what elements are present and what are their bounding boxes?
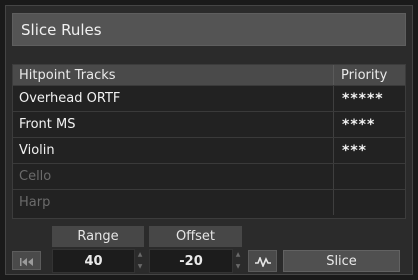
track-name: Overhead ORTF bbox=[19, 91, 121, 106]
waveform-icon bbox=[254, 252, 271, 271]
offset-label: Offset bbox=[149, 226, 242, 247]
stepper-down-icon[interactable]: ▼ bbox=[138, 264, 143, 270]
track-priority[interactable]: *** bbox=[333, 138, 405, 163]
skip-to-start-icon bbox=[19, 251, 34, 270]
range-label: Range bbox=[52, 226, 144, 247]
header-hitpoint-tracks[interactable]: Hitpoint Tracks bbox=[13, 68, 333, 83]
hitpoint-tracks-table: Hitpoint Tracks Priority Overhead ORTF *… bbox=[12, 64, 406, 219]
offset-stepper[interactable]: ▲ ▼ bbox=[234, 252, 242, 270]
track-priority[interactable] bbox=[333, 190, 405, 215]
range-stepper[interactable]: ▲ ▼ bbox=[136, 252, 144, 270]
table-header: Hitpoint Tracks Priority bbox=[13, 65, 405, 85]
track-name: Violin bbox=[19, 143, 55, 158]
stepper-down-icon[interactable]: ▼ bbox=[236, 264, 241, 270]
stepper-up-icon[interactable]: ▲ bbox=[138, 252, 143, 258]
track-priority[interactable]: ***** bbox=[333, 86, 405, 111]
track-priority[interactable]: **** bbox=[333, 112, 405, 137]
track-name: Harp bbox=[19, 195, 51, 210]
header-priority[interactable]: Priority bbox=[333, 65, 405, 85]
slice-button[interactable]: Slice bbox=[283, 250, 400, 272]
table-row[interactable]: Cello bbox=[13, 163, 405, 189]
range-value-field[interactable]: 40 bbox=[52, 249, 135, 273]
skip-to-start-button[interactable] bbox=[12, 251, 41, 270]
table-row[interactable]: Overhead ORTF ***** bbox=[13, 85, 405, 111]
stepper-up-icon[interactable]: ▲ bbox=[236, 252, 241, 258]
track-name: Cello bbox=[19, 169, 52, 184]
waveform-button[interactable] bbox=[248, 250, 277, 272]
table-row[interactable]: Violin *** bbox=[13, 137, 405, 163]
track-name: Front MS bbox=[19, 117, 76, 132]
panel-title: Slice Rules bbox=[12, 13, 406, 46]
track-priority[interactable] bbox=[333, 164, 405, 189]
table-row[interactable]: Harp bbox=[13, 189, 405, 215]
offset-value-field[interactable]: -20 bbox=[149, 249, 233, 273]
table-row[interactable]: Front MS **** bbox=[13, 111, 405, 137]
